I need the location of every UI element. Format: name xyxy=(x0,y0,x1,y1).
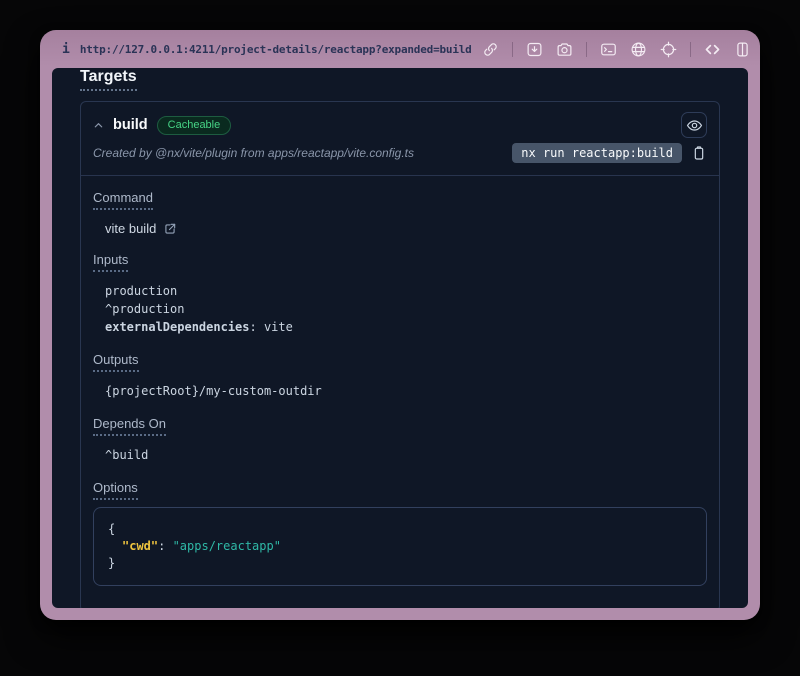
view-target-button[interactable] xyxy=(681,112,707,138)
toolbar-separator xyxy=(586,42,587,57)
target-name: build xyxy=(113,117,148,133)
code-icon[interactable] xyxy=(704,41,721,58)
command-value: vite build xyxy=(105,221,156,236)
target-card-build: build Cacheable Created by @nx/vite/plug… xyxy=(80,101,720,608)
json-line: { xyxy=(108,521,692,538)
globe-icon[interactable] xyxy=(630,41,647,58)
toolbar-separator xyxy=(690,42,691,57)
project-details-page: Targets build Cacheable Created by @nx/v… xyxy=(52,68,748,608)
json-line: } xyxy=(108,555,692,572)
run-command-chip: nx run reactapp:build xyxy=(512,143,682,163)
created-by-text: Created by @nx/vite/plugin from apps/rea… xyxy=(93,146,414,160)
section-command: Command vite build xyxy=(93,189,707,236)
terminal-icon[interactable] xyxy=(600,41,617,58)
json-line: "cwd": "apps/reactapp" xyxy=(108,538,692,555)
build-card-subheader: Created by @nx/vite/plugin from apps/rea… xyxy=(81,140,719,176)
list-item: production xyxy=(105,282,707,300)
split-panel-icon[interactable] xyxy=(734,41,751,58)
page-title: Targets xyxy=(80,68,137,91)
import-box-icon[interactable] xyxy=(526,41,543,58)
command-label: Command xyxy=(93,190,153,210)
build-card-body: Command vite build Inputs xyxy=(81,176,719,608)
crosshair-icon[interactable] xyxy=(660,41,677,58)
cacheable-badge: Cacheable xyxy=(157,116,232,135)
link-icon[interactable] xyxy=(482,41,499,58)
options-json-block: { "cwd": "apps/reactapp" } xyxy=(93,507,707,586)
depends-on-label: Depends On xyxy=(93,416,166,436)
toolbar-actions xyxy=(482,41,751,58)
json-key: "cwd" xyxy=(122,539,158,553)
command-value-row: vite build xyxy=(105,221,707,236)
chevron-up-icon[interactable] xyxy=(93,120,104,131)
toolbar-separator xyxy=(512,42,513,57)
camera-icon[interactable] xyxy=(556,41,573,58)
build-card-header[interactable]: build Cacheable xyxy=(81,102,719,140)
list-item: {projectRoot}/my-custom-outdir xyxy=(105,382,707,400)
browser-toolbar: i http://127.0.0.1:4211/project-details/… xyxy=(40,30,760,68)
section-options: Options { "cwd": "apps/reactapp" } xyxy=(93,479,707,586)
copy-icon[interactable] xyxy=(691,145,707,161)
outputs-list: {projectRoot}/my-custom-outdir xyxy=(105,382,707,400)
list-item: externalDependencies: vite xyxy=(105,318,707,336)
outputs-label: Outputs xyxy=(93,352,139,372)
info-icon: i xyxy=(62,42,70,57)
json-string-value: "apps/reactapp" xyxy=(173,539,281,553)
browser-window: i http://127.0.0.1:4211/project-details/… xyxy=(40,30,760,620)
list-item: ^build xyxy=(105,446,707,464)
options-label: Options xyxy=(93,480,138,500)
url-bar[interactable]: http://127.0.0.1:4211/project-details/re… xyxy=(80,43,472,56)
section-depends-on: Depends On ^build xyxy=(93,415,707,464)
external-link-icon[interactable] xyxy=(163,222,177,236)
inputs-label: Inputs xyxy=(93,252,128,272)
depends-on-list: ^build xyxy=(105,446,707,464)
section-outputs: Outputs {projectRoot}/my-custom-outdir xyxy=(93,351,707,400)
inputs-list: production ^production externalDependenc… xyxy=(105,282,707,336)
list-item: ^production xyxy=(105,300,707,318)
section-inputs: Inputs production ^production externalDe… xyxy=(93,251,707,336)
eye-icon xyxy=(686,117,703,134)
